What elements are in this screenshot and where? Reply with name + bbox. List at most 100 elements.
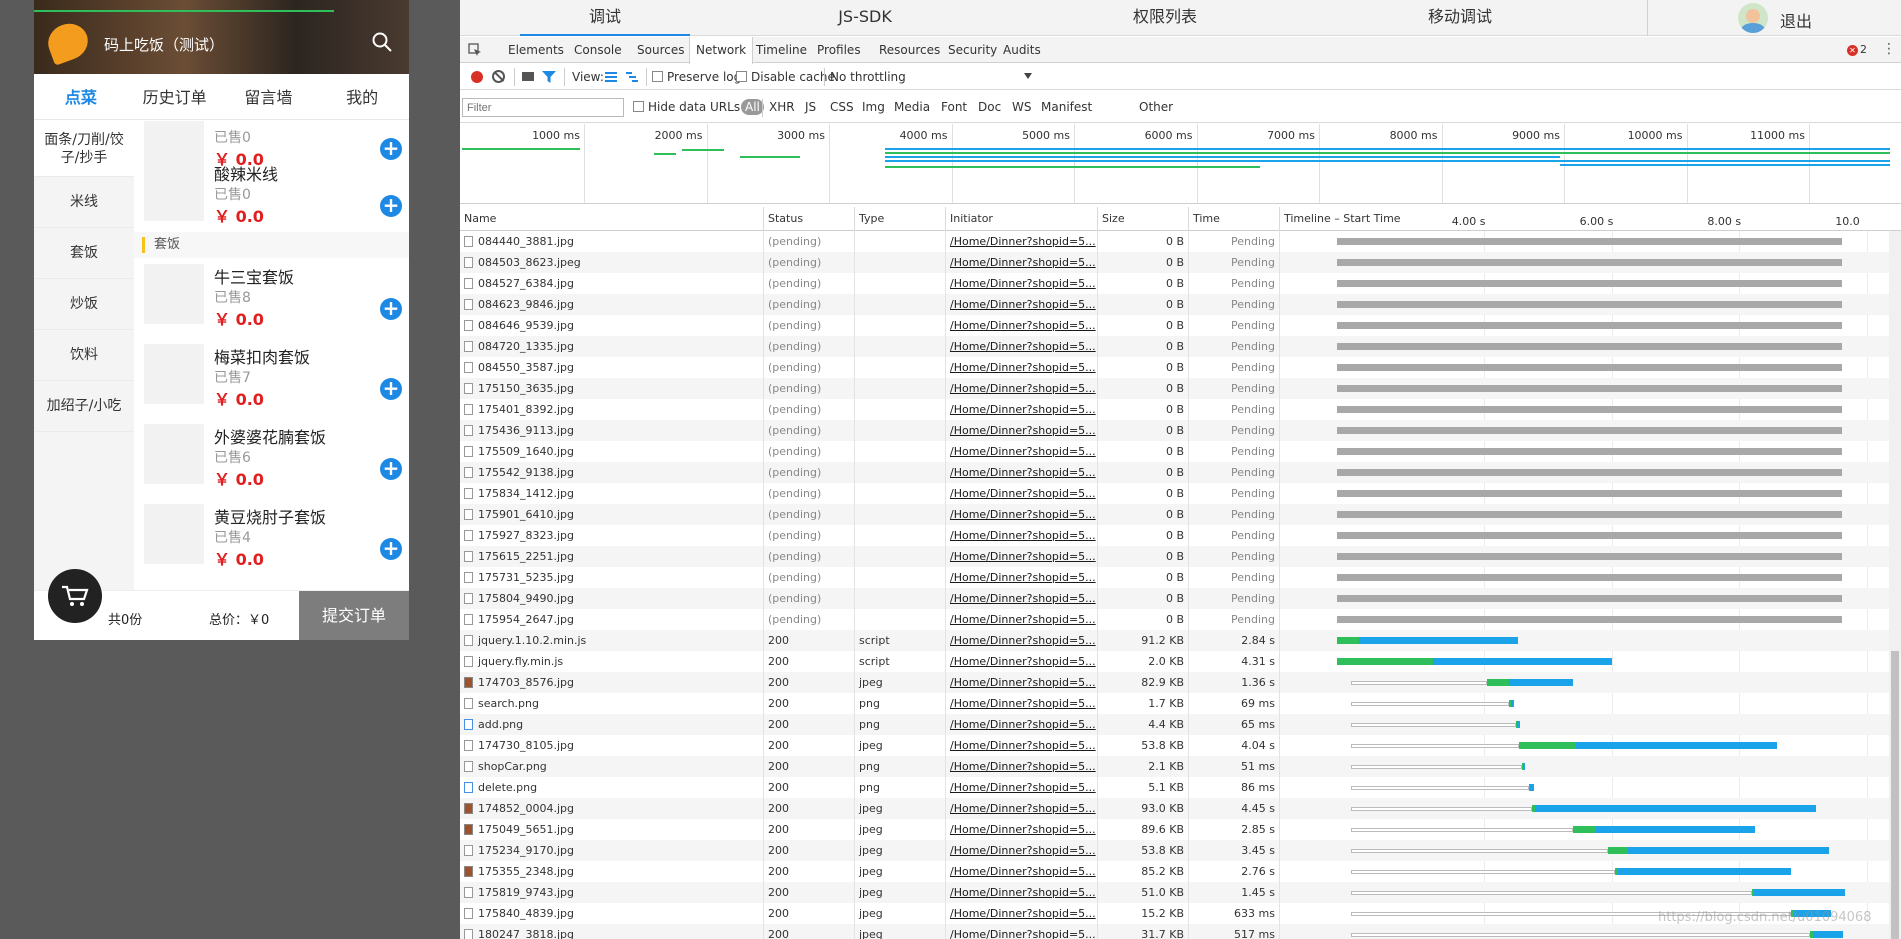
initiator-link[interactable]: /Home/Dinner?shopid=5... — [950, 508, 1096, 521]
filter-icon[interactable] — [542, 71, 556, 83]
tab-profiles[interactable]: Profiles — [811, 37, 867, 63]
tab-console[interactable]: Console — [568, 37, 628, 63]
table-row[interactable]: 084503_8623.jpeg (pending) /Home/Dinner?sh… — [460, 252, 1901, 273]
category-item[interactable]: 面条/刀削/饺子/抄手 — [34, 121, 134, 177]
submit-order-button[interactable]: 提交订单 — [299, 591, 409, 640]
scrollbar-thumb[interactable] — [1891, 651, 1899, 939]
table-row[interactable]: 175804_9490.jpg (pending) /Home/Dinner?sho… — [460, 588, 1901, 609]
table-row[interactable]: search.png 200 png/Home/Dinner?shopid=5...… — [460, 693, 1901, 714]
tab-debug[interactable]: 调试 — [520, 0, 690, 36]
category-item[interactable]: 米线 — [34, 177, 134, 228]
initiator-link[interactable]: /Home/Dinner?shopid=5... — [950, 697, 1096, 710]
throttling-select[interactable]: No throttling — [830, 70, 906, 84]
add-dish-button[interactable]: + — [380, 378, 402, 400]
chevron-down-icon[interactable] — [1024, 73, 1032, 79]
tab-resources[interactable]: Resources — [873, 37, 946, 63]
initiator-link[interactable]: /Home/Dinner?shopid=5... — [950, 571, 1096, 584]
table-row[interactable]: 174852_0004.jpg 200 jpeg/Home/Dinner?shopi… — [460, 798, 1901, 819]
filter-type-font[interactable]: Font — [941, 100, 967, 114]
large-rows-icon[interactable] — [605, 72, 617, 82]
avatar[interactable] — [1738, 3, 1768, 33]
table-row[interactable]: 175049_5651.jpg 200 jpeg/Home/Dinner?shopi… — [460, 819, 1901, 840]
table-row[interactable]: 175355_2348.jpg 200 jpeg/Home/Dinner?shopi… — [460, 861, 1901, 882]
tab-permissions[interactable]: 权限列表 — [1085, 0, 1245, 36]
filter-type-media[interactable]: Media — [894, 100, 930, 114]
initiator-link[interactable]: /Home/Dinner?shopid=5... — [950, 613, 1096, 626]
table-row[interactable]: jquery.fly.min.js 200 script/Home/Dinner?s… — [460, 651, 1901, 672]
initiator-link[interactable]: /Home/Dinner?shopid=5... — [950, 340, 1096, 353]
initiator-link[interactable]: /Home/Dinner?shopid=5... — [950, 865, 1096, 878]
table-row[interactable]: delete.png 200 png/Home/Dinner?shopid=5...… — [460, 777, 1901, 798]
table-row[interactable]: 175954_2647.jpg (pending) /Home/Dinner?sho… — [460, 609, 1901, 630]
table-row[interactable]: 084440_3881.jpg (pending) /Home/Dinner?sho… — [460, 231, 1901, 252]
filter-input[interactable] — [462, 98, 624, 117]
initiator-link[interactable]: /Home/Dinner?shopid=5... — [950, 445, 1096, 458]
tab-mobile-debug[interactable]: 移动调试 — [1375, 0, 1545, 36]
tab-sources[interactable]: Sources — [631, 37, 690, 63]
overview-icon[interactable] — [626, 72, 638, 82]
column-initiator[interactable]: Initiator — [946, 207, 1098, 231]
table-row[interactable]: 175901_6410.jpg (pending) /Home/Dinner?sho… — [460, 504, 1901, 525]
disable-cache-checkbox[interactable] — [736, 71, 747, 82]
initiator-link[interactable]: /Home/Dinner?shopid=5... — [950, 298, 1096, 311]
initiator-link[interactable]: /Home/Dinner?shopid=5... — [950, 256, 1096, 269]
scrollbar[interactable] — [1889, 231, 1901, 939]
initiator-link[interactable]: /Home/Dinner?shopid=5... — [950, 739, 1096, 752]
table-row[interactable]: 175542_9138.jpg (pending) /Home/Dinner?sho… — [460, 462, 1901, 483]
table-row[interactable]: 175731_5235.jpg (pending) /Home/Dinner?sho… — [460, 567, 1901, 588]
initiator-link[interactable]: /Home/Dinner?shopid=5... — [950, 403, 1096, 416]
column-size[interactable]: Size — [1098, 207, 1189, 231]
initiator-link[interactable]: /Home/Dinner?shopid=5... — [950, 928, 1096, 939]
tab-js-sdk[interactable]: JS-SDK — [785, 0, 945, 36]
filter-type-manifest[interactable]: Manifest — [1041, 100, 1092, 114]
initiator-link[interactable]: /Home/Dinner?shopid=5... — [950, 382, 1096, 395]
initiator-link[interactable]: /Home/Dinner?shopid=5... — [950, 592, 1096, 605]
table-row[interactable]: 175234_9170.jpg 200 jpeg/Home/Dinner?shopi… — [460, 840, 1901, 861]
initiator-link[interactable]: /Home/Dinner?shopid=5... — [950, 529, 1096, 542]
error-counter[interactable]: ✕ 2 — [1847, 43, 1867, 56]
network-overview[interactable]: 1000 ms 2000 ms 3000 ms 4000 ms 5000 ms 6000 … — [460, 124, 1901, 204]
initiator-link[interactable]: /Home/Dinner?shopid=5... — [950, 487, 1096, 500]
initiator-link[interactable]: /Home/Dinner?shopid=5... — [950, 781, 1096, 794]
table-row[interactable]: 175927_8323.jpg (pending) /Home/Dinner?sho… — [460, 525, 1901, 546]
table-row[interactable]: 084527_6384.jpg (pending) /Home/Dinner?sho… — [460, 273, 1901, 294]
initiator-link[interactable]: /Home/Dinner?shopid=5... — [950, 634, 1096, 647]
table-row[interactable]: 175150_3635.jpg (pending) /Home/Dinner?sho… — [460, 378, 1901, 399]
table-row[interactable]: 175819_9743.jpg 200 jpeg/Home/Dinner?shopi… — [460, 882, 1901, 903]
tab-elements[interactable]: Elements — [502, 37, 570, 63]
initiator-link[interactable]: /Home/Dinner?shopid=5... — [950, 361, 1096, 374]
add-dish-button[interactable]: + — [380, 195, 402, 217]
logout-button[interactable]: 退出 — [1780, 8, 1812, 32]
column-type[interactable]: Type — [855, 207, 946, 231]
initiator-link[interactable]: /Home/Dinner?shopid=5... — [950, 424, 1096, 437]
initiator-link[interactable]: /Home/Dinner?shopid=5... — [950, 886, 1096, 899]
table-row[interactable]: 175615_2251.jpg (pending) /Home/Dinner?sho… — [460, 546, 1901, 567]
initiator-link[interactable]: /Home/Dinner?shopid=5... — [950, 718, 1096, 731]
initiator-link[interactable]: /Home/Dinner?shopid=5... — [950, 907, 1096, 920]
table-row[interactable]: jquery.1.10.2.min.js 200 script/Home/Dinne… — [460, 630, 1901, 651]
filter-type-img[interactable]: Img — [862, 100, 885, 114]
category-item[interactable]: 套饭 — [34, 228, 134, 279]
tab-timeline[interactable]: Timeline — [750, 37, 813, 63]
table-row[interactable]: 174730_8105.jpg 200 jpeg/Home/Dinner?shopi… — [460, 735, 1901, 756]
table-row[interactable]: 180247_3818.jpg 200 jpeg/Home/Dinner?shopi… — [460, 924, 1901, 939]
nav-order[interactable]: 点菜 — [34, 74, 128, 119]
initiator-link[interactable]: /Home/Dinner?shopid=5... — [950, 235, 1096, 248]
nav-history[interactable]: 历史订单 — [128, 74, 222, 119]
column-timeline[interactable]: Timeline – Start Time — [1280, 207, 1410, 231]
initiator-link[interactable]: /Home/Dinner?shopid=5... — [950, 550, 1096, 563]
clear-icon[interactable] — [492, 70, 505, 83]
capture-screenshots-icon[interactable] — [522, 72, 534, 81]
nav-mine[interactable]: 我的 — [315, 74, 409, 119]
table-row[interactable]: 084623_9846.jpg (pending) /Home/Dinner?sho… — [460, 294, 1901, 315]
shopping-cart-icon[interactable] — [48, 569, 102, 623]
search-icon[interactable] — [372, 32, 392, 52]
preserve-log-checkbox[interactable] — [652, 71, 663, 82]
add-dish-button[interactable]: + — [380, 538, 402, 560]
filter-type-css[interactable]: CSS — [830, 100, 854, 114]
initiator-link[interactable]: /Home/Dinner?shopid=5... — [950, 823, 1096, 836]
filter-type-other[interactable]: Other — [1139, 100, 1173, 114]
more-options-icon[interactable]: ⋮ — [1882, 42, 1896, 56]
initiator-link[interactable]: /Home/Dinner?shopid=5... — [950, 319, 1096, 332]
initiator-link[interactable]: /Home/Dinner?shopid=5... — [950, 466, 1096, 479]
